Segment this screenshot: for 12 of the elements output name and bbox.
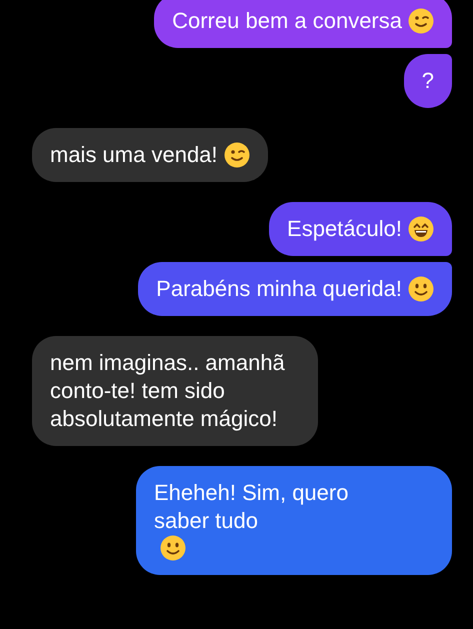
- message-text: nem imaginas.. amanhã conto-te! tem sido absolutamente mágico!: [50, 349, 286, 433]
- grinning-face-icon: [408, 216, 434, 242]
- message-text: Parabéns minha querida!: [156, 275, 402, 303]
- winking-face-icon: [224, 142, 250, 168]
- message-text: Eheheh! Sim, quero saber tudo: [154, 479, 350, 535]
- message-text: Correu bem a conversa: [172, 7, 402, 35]
- message-text: Espetáculo!: [287, 215, 402, 243]
- winking-face-icon: [408, 8, 434, 34]
- message-text: mais uma venda!: [50, 141, 218, 169]
- smiling-face-icon: [408, 276, 434, 302]
- smiling-face-icon: [160, 535, 186, 561]
- message-text: ?: [422, 67, 434, 95]
